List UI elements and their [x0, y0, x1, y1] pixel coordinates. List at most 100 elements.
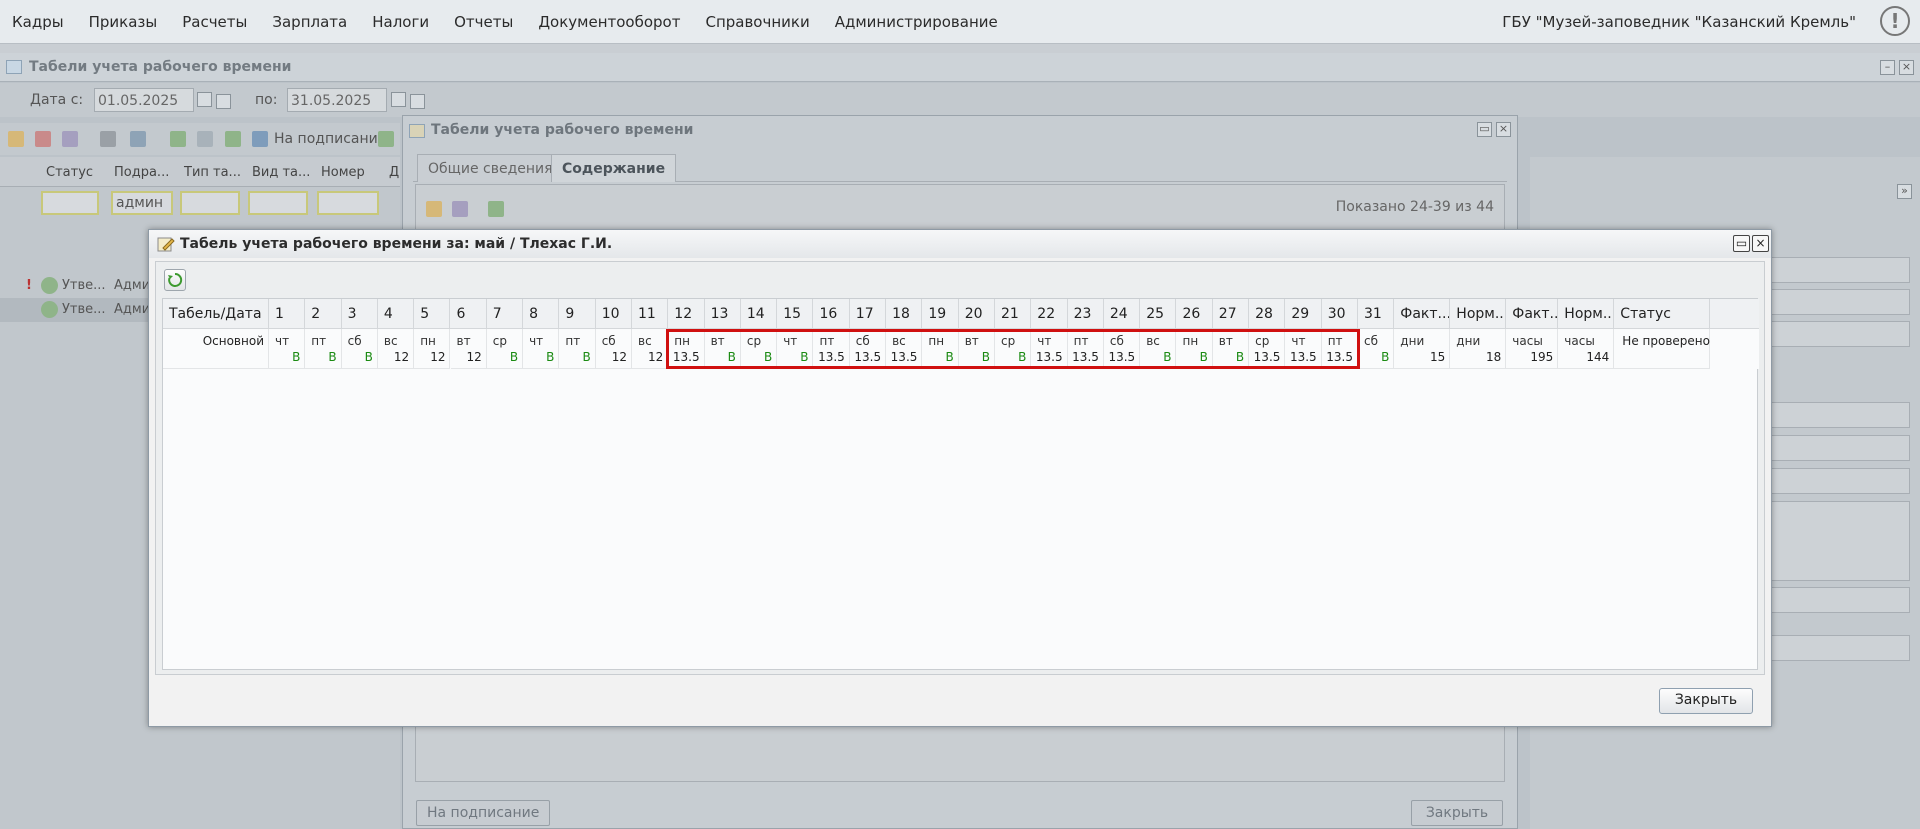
tab-content[interactable]: Содержание: [551, 154, 677, 182]
column-header[interactable]: 15: [777, 299, 814, 329]
column-header[interactable]: 1: [269, 299, 306, 329]
calendar-refresh-icon[interactable]: [410, 94, 425, 109]
day-value: 13.5: [854, 350, 882, 364]
date-to-input[interactable]: 31.05.2025: [287, 88, 387, 112]
sign-icon[interactable]: [252, 131, 268, 147]
close-button[interactable]: Закрыть: [1411, 800, 1503, 826]
type-filter-select[interactable]: [180, 191, 240, 215]
maximize-icon[interactable]: ▭: [1477, 122, 1492, 137]
column-header[interactable]: 21: [995, 299, 1032, 329]
close-button[interactable]: Закрыть: [1659, 688, 1753, 714]
column-header[interactable]: 6: [451, 299, 487, 329]
column-header[interactable]: Вид та...: [252, 165, 310, 180]
close-icon[interactable]: ×: [1752, 235, 1769, 252]
table-row[interactable]: Основной чт Впт Всб Ввс 12 пн 12 вт 12 ср Вчт Впт Всб…: [163, 329, 1759, 369]
column-header[interactable]: 26: [1177, 299, 1213, 329]
refresh-button[interactable]: [164, 269, 186, 291]
filter-clear-icon[interactable]: [100, 131, 116, 147]
export-icon[interactable]: [225, 131, 241, 147]
column-header[interactable]: 2: [305, 299, 342, 329]
close-icon[interactable]: ×: [1899, 60, 1914, 75]
approve-icon[interactable]: [170, 131, 186, 147]
settings-icon[interactable]: [62, 131, 78, 147]
column-header[interactable]: 9: [559, 299, 596, 329]
refresh-icon[interactable]: [378, 131, 394, 147]
column-header[interactable]: 24: [1104, 299, 1141, 329]
column-header[interactable]: 4: [378, 299, 415, 329]
column-header[interactable]: 10: [596, 299, 632, 329]
column-header[interactable]: 30: [1322, 299, 1358, 329]
timesheets-list-titlebar: Табели учета рабочего времени – ×: [0, 53, 1920, 82]
column-header[interactable]: Д: [389, 165, 399, 180]
refresh-icon[interactable]: [488, 201, 504, 217]
print-icon[interactable]: [130, 131, 146, 147]
column-header[interactable]: Номер: [321, 165, 365, 180]
day-value: В: [364, 350, 373, 364]
column-header[interactable]: 17: [850, 299, 887, 329]
column-header[interactable]: 19: [922, 299, 959, 329]
column-header[interactable]: 5: [414, 299, 451, 329]
kind-filter-select[interactable]: [248, 191, 308, 215]
column-header[interactable]: Факт...: [1394, 299, 1451, 329]
expand-icon[interactable]: »: [1897, 184, 1912, 199]
weekday-label: пн: [420, 334, 436, 348]
number-filter-input[interactable]: [317, 191, 379, 215]
column-header[interactable]: Тип та...: [184, 165, 241, 180]
column-header[interactable]: 3: [342, 299, 378, 329]
date-from-input[interactable]: 01.05.2025: [94, 88, 194, 112]
menu-item[interactable]: Расчеты: [182, 13, 247, 31]
day-value: В: [292, 350, 301, 364]
menu-item[interactable]: Отчеты: [454, 13, 513, 31]
day-value: В: [1235, 350, 1245, 364]
column-header[interactable]: Статус: [46, 165, 93, 180]
column-header[interactable]: Факт...: [1506, 299, 1559, 329]
calendar-icon[interactable]: [197, 92, 212, 107]
column-header[interactable]: 7: [487, 299, 524, 329]
settings-icon[interactable]: [452, 201, 468, 217]
column-header[interactable]: 31: [1358, 299, 1395, 329]
edit-icon[interactable]: [8, 131, 24, 147]
dept-filter-input[interactable]: админ: [111, 191, 173, 215]
status-filter-select[interactable]: [41, 191, 99, 215]
column-header[interactable]: 16: [814, 299, 850, 329]
column-header[interactable]: 23: [1068, 299, 1104, 329]
column-header[interactable]: Норм...: [1558, 299, 1615, 329]
unapprove-icon[interactable]: [197, 131, 213, 147]
column-header[interactable]: 22: [1031, 299, 1068, 329]
menu-item[interactable]: Приказы: [89, 13, 158, 31]
sign-button-label[interactable]: На подписание: [274, 131, 386, 147]
column-header[interactable]: 20: [959, 299, 995, 329]
column-header[interactable]: Норм...: [1450, 299, 1507, 329]
menu-item[interactable]: Документооборот: [538, 13, 680, 31]
calendar-icon[interactable]: [391, 92, 406, 107]
column-header[interactable]: 29: [1285, 299, 1322, 329]
close-icon[interactable]: ×: [1496, 122, 1511, 137]
maximize-icon[interactable]: ▭: [1733, 235, 1750, 252]
menu-item[interactable]: Кадры: [12, 13, 64, 31]
column-header[interactable]: 14: [741, 299, 778, 329]
column-header[interactable]: 25: [1140, 299, 1177, 329]
sign-button[interactable]: На подписание: [416, 800, 551, 826]
table-cell: пт В: [559, 329, 596, 369]
calendar-refresh-icon[interactable]: [216, 94, 231, 109]
column-header[interactable]: Подра...: [114, 165, 169, 180]
column-header[interactable]: 11: [632, 299, 669, 329]
menu-item[interactable]: Администрирование: [835, 13, 998, 31]
column-header[interactable]: Табель/Дата: [163, 299, 269, 329]
column-header[interactable]: 13: [705, 299, 741, 329]
column-header[interactable]: 12: [668, 299, 705, 329]
edit-icon[interactable]: [426, 201, 442, 217]
menu-item[interactable]: Налоги: [372, 13, 429, 31]
menu-item[interactable]: Зарплата: [272, 13, 347, 31]
column-header[interactable]: 8: [523, 299, 560, 329]
tab-general[interactable]: Общие сведения: [417, 154, 564, 182]
delete-icon[interactable]: [35, 131, 51, 147]
column-header[interactable]: 28: [1249, 299, 1286, 329]
menu-item[interactable]: Справочники: [705, 13, 809, 31]
column-header[interactable]: 27: [1213, 299, 1250, 329]
alert-icon[interactable]: !: [1880, 6, 1910, 36]
column-header[interactable]: Статус: [1614, 299, 1711, 329]
minimize-icon[interactable]: –: [1880, 60, 1895, 75]
timesheet-detail-title: Табели учета рабочего времени: [431, 122, 694, 138]
column-header[interactable]: 18: [886, 299, 923, 329]
